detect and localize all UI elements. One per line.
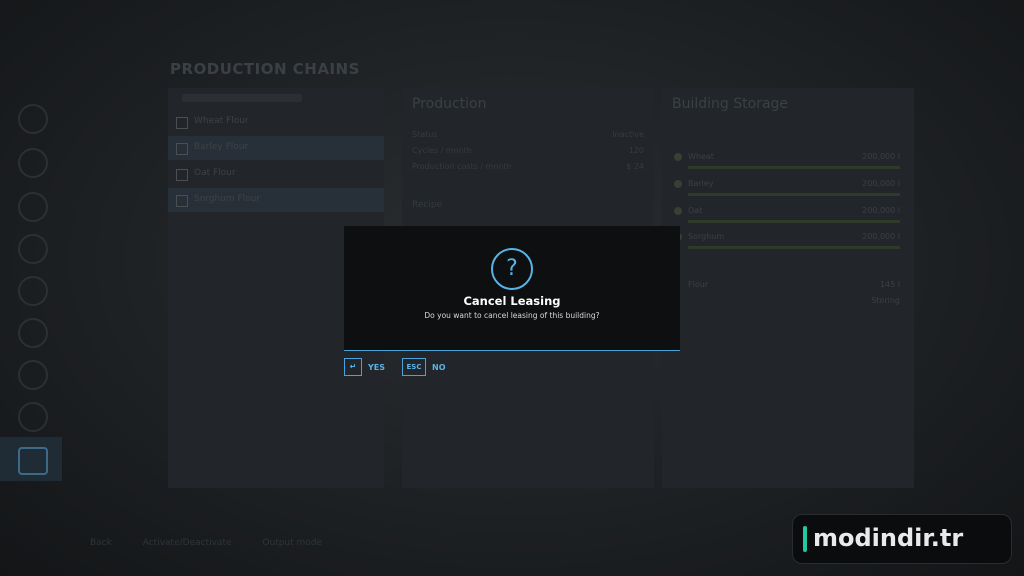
watermark: modindir.tr: [792, 514, 1012, 564]
chain-icon: [176, 143, 188, 155]
chain-filter[interactable]: [182, 94, 302, 102]
storage-value: 200,000 l: [862, 206, 900, 215]
contracts-icon[interactable]: [18, 402, 48, 432]
chain-item[interactable]: Wheat Flour: [168, 110, 384, 134]
no-label: NO: [432, 362, 446, 372]
yes-button[interactable]: ↵ YES: [344, 357, 385, 377]
storage-value: 200,000 l: [862, 152, 900, 161]
storage-name: Sorghum: [688, 232, 725, 241]
watermark-accent: [803, 526, 807, 552]
yes-label: YES: [368, 362, 386, 372]
fill-type-icon: [674, 153, 682, 161]
production-row: Cycles / month 120: [412, 146, 644, 155]
storage-name: Barley: [688, 179, 714, 188]
fill-type-icon: [674, 207, 682, 215]
watermark-text: modindir.tr: [813, 524, 964, 552]
storage-item: Barley 200,000 l: [672, 177, 904, 199]
storage-item: Storing: [672, 294, 904, 316]
recipe-label: Recipe: [412, 200, 443, 210]
chain-label: Barley Flour: [194, 142, 249, 152]
chain-item[interactable]: Barley Flour: [168, 136, 384, 160]
production-row: Production costs / month $ 24: [412, 162, 644, 171]
chain-label: Wheat Flour: [194, 116, 249, 126]
storage-bar: [688, 220, 900, 223]
calendar-icon[interactable]: [18, 192, 48, 222]
chain-icon: [176, 169, 188, 181]
row-label: Status: [412, 130, 438, 139]
chain-label: Sorghum Flour: [194, 194, 261, 204]
sidebar-item-production[interactable]: [0, 437, 62, 481]
finance-icon[interactable]: [18, 318, 48, 348]
storage-panel: Building Storage Wheat 200,000 l Barley …: [662, 88, 914, 488]
factory-icon: [18, 447, 48, 475]
footer-hints: Back Activate/Deactivate Output mode: [90, 538, 350, 548]
chain-item[interactable]: Oat Flour: [168, 162, 384, 186]
storage-value: 200,000 l: [862, 179, 900, 188]
storage-item: Sorghum 200,000 l: [672, 230, 904, 252]
storage-name: Wheat: [688, 152, 714, 161]
dialog-message: Do you want to cancel leasing of this bu…: [424, 311, 600, 320]
chain-icon: [176, 195, 188, 207]
storage-item: Wheat 200,000 l: [672, 150, 904, 172]
no-button[interactable]: ESC NO: [402, 357, 446, 377]
page-title: PRODUCTION CHAINS: [170, 60, 360, 78]
storage-bar: [688, 193, 900, 196]
back-hint[interactable]: Back: [90, 538, 112, 548]
animals-icon[interactable]: [18, 276, 48, 306]
row-label: Production costs / month: [412, 162, 512, 171]
esc-key-icon: ESC: [402, 358, 426, 376]
vehicles-icon[interactable]: [18, 360, 48, 390]
storage-bar: [688, 166, 900, 169]
production-heading: Production: [412, 96, 487, 112]
fill-type-icon: [674, 180, 682, 188]
production-row: Status Inactive: [412, 130, 644, 139]
enter-key-icon: ↵: [344, 358, 362, 376]
storage-name: Oat: [688, 206, 703, 215]
chain-item[interactable]: Sorghum Flour: [168, 188, 384, 212]
storage-value: 145 l: [879, 280, 900, 289]
row-value: $ 24: [626, 162, 644, 171]
storage-mode: Storing: [871, 296, 900, 305]
storage-value: 200,000 l: [862, 232, 900, 241]
steering-wheel-icon[interactable]: [18, 104, 48, 134]
stats-icon[interactable]: [18, 234, 48, 264]
question-icon: ?: [491, 248, 533, 290]
chain-icon: [176, 117, 188, 129]
map-icon[interactable]: [18, 148, 48, 178]
toggle-hint[interactable]: Activate/Deactivate: [143, 538, 232, 548]
storage-heading: Building Storage: [672, 96, 789, 112]
dialog-title: Cancel Leasing: [463, 294, 561, 308]
storage-bar: [688, 246, 900, 249]
storage-name: Flour: [688, 280, 709, 289]
confirm-dialog: ? Cancel Leasing Do you want to cancel l…: [344, 226, 680, 351]
row-value: Inactive: [612, 130, 644, 139]
row-value: 120: [628, 146, 644, 155]
storage-item: Oat 200,000 l: [672, 204, 904, 226]
output-mode-hint[interactable]: Output mode: [262, 538, 322, 548]
chain-label: Oat Flour: [194, 168, 236, 178]
row-label: Cycles / month: [412, 146, 472, 155]
